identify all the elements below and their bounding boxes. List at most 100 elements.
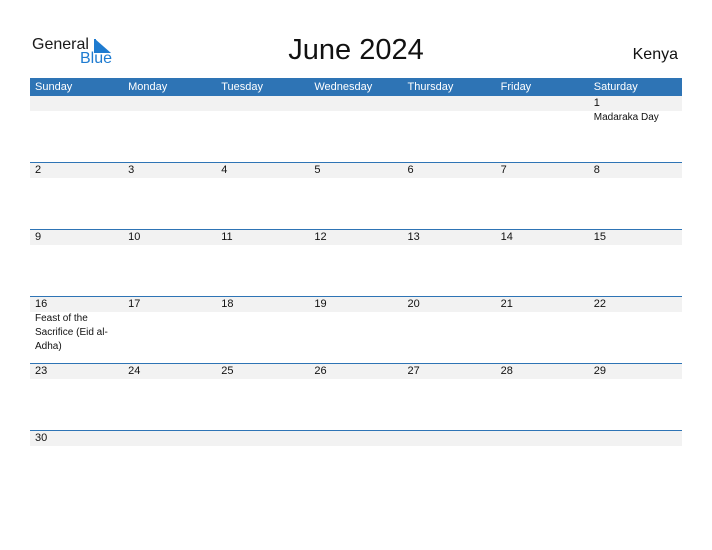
day-number: [501, 431, 589, 446]
day-number: 7: [500, 164, 507, 176]
day-cell: 2: [30, 163, 123, 178]
day-number: [314, 96, 402, 111]
day-number: 20: [407, 298, 420, 310]
day-cell: 14: [496, 230, 589, 245]
day-cell: 9: [30, 230, 123, 245]
week-row: 2 3 4 5 6 7 8: [30, 162, 682, 229]
day-number: 1: [593, 97, 600, 109]
day-cell: 27: [403, 364, 496, 379]
day-cell: 22: [589, 297, 682, 354]
day-number: 26: [314, 365, 327, 377]
day-cell: 15: [589, 230, 682, 245]
day-number: [314, 431, 402, 446]
day-cell: 6: [403, 163, 496, 178]
days-row: 30: [30, 431, 682, 446]
day-cell: 1 Madaraka Day: [589, 96, 682, 125]
day-number: 19: [314, 298, 327, 310]
day-number: 10: [128, 231, 141, 243]
day-cell: 12: [309, 230, 402, 245]
weekday-saturday: Saturday: [593, 81, 638, 93]
day-cell: 29: [589, 364, 682, 379]
day-number: 29: [593, 365, 606, 377]
weeks-container: 1 Madaraka Day 2 3 4 5 6 7 8 9 10 11 12 13 14 15 16 Feast…: [30, 96, 682, 497]
day-cell: 18: [216, 297, 309, 354]
day-number: 17: [128, 298, 141, 310]
weekday-header: Sunday Monday Tuesday Wednesday Thursday…: [30, 78, 682, 96]
day-cell: 3: [123, 163, 216, 178]
day-cell: 20: [403, 297, 496, 354]
day-number: 5: [314, 164, 321, 176]
day-number: 12: [314, 231, 327, 243]
day-number: [594, 431, 682, 446]
day-cell: 30: [30, 431, 123, 446]
day-cell: 4: [216, 163, 309, 178]
day-number: [501, 96, 589, 111]
day-cell: 21: [496, 297, 589, 354]
day-number: 8: [593, 164, 600, 176]
day-number: [35, 96, 123, 111]
day-cell: [309, 96, 402, 125]
day-cell: [309, 431, 402, 446]
day-number: 6: [407, 164, 414, 176]
day-number: 2: [35, 164, 42, 176]
days-row: 23 24 25 26 27 28 29: [30, 364, 682, 379]
days-row: 9 10 11 12 13 14 15: [30, 230, 682, 245]
day-cell: 24: [123, 364, 216, 379]
week-row: 16 Feast of the Sacrifice (Eid al-Adha) 17…: [30, 296, 682, 363]
day-number: [128, 431, 216, 446]
day-cell: 11: [216, 230, 309, 245]
day-number: 23: [35, 365, 48, 377]
day-cell: 16 Feast of the Sacrifice (Eid al-Adha): [30, 297, 123, 354]
days-row: 1 Madaraka Day: [30, 96, 682, 125]
day-cell: [496, 96, 589, 125]
day-cell: [216, 431, 309, 446]
day-cell: 13: [403, 230, 496, 245]
day-number: 27: [407, 365, 420, 377]
day-number: [408, 96, 496, 111]
day-cell: 17: [123, 297, 216, 354]
weekday-monday: Monday: [128, 81, 168, 93]
day-cell: 8: [589, 163, 682, 178]
day-number: 15: [593, 231, 606, 243]
weekday-wednesday: Wednesday: [314, 81, 373, 93]
day-cell: [403, 96, 496, 125]
day-number: [128, 96, 216, 111]
day-number: [221, 431, 309, 446]
day-cell: [496, 431, 589, 446]
weekday-sunday: Sunday: [35, 81, 73, 93]
day-number: 9: [35, 231, 42, 243]
day-cell: 10: [123, 230, 216, 245]
day-cell: 23: [30, 364, 123, 379]
days-row: 2 3 4 5 6 7 8: [30, 163, 682, 178]
day-number: 3: [128, 164, 135, 176]
day-number: 24: [128, 365, 141, 377]
day-number: 25: [221, 365, 234, 377]
day-number: 11: [221, 231, 233, 243]
week-row: 23 24 25 26 27 28 29: [30, 363, 682, 430]
day-number: [408, 431, 496, 446]
day-cell: 28: [496, 364, 589, 379]
week-row: 1 Madaraka Day: [30, 96, 682, 162]
weekday-friday: Friday: [500, 81, 532, 93]
day-cell: [216, 96, 309, 125]
week-row: 30: [30, 430, 682, 497]
day-number: 21: [500, 298, 513, 310]
calendar-grid: Sunday Monday Tuesday Wednesday Thursday…: [30, 78, 682, 497]
day-cell: [589, 431, 682, 446]
day-cell: 25: [216, 364, 309, 379]
day-number: 30: [35, 432, 48, 444]
day-number: 18: [221, 298, 234, 310]
day-cell: 19: [309, 297, 402, 354]
day-number: 14: [500, 231, 513, 243]
day-cell: [403, 431, 496, 446]
day-cell: [123, 96, 216, 125]
day-cell: [30, 96, 123, 125]
week-row: 9 10 11 12 13 14 15: [30, 229, 682, 296]
day-cell: 7: [496, 163, 589, 178]
day-number: 13: [407, 231, 420, 243]
day-number: 22: [593, 298, 606, 310]
day-cell: 5: [309, 163, 402, 178]
holiday-label: Madaraka Day: [593, 112, 659, 123]
day-number: 4: [221, 164, 228, 176]
weekday-thursday: Thursday: [407, 81, 454, 93]
